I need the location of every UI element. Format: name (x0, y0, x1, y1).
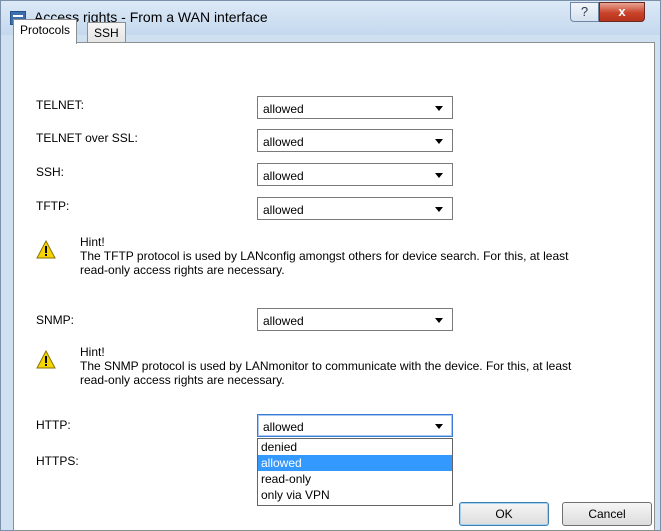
cancel-button[interactable]: Cancel (562, 502, 652, 526)
http-select-value: allowed (263, 420, 304, 434)
ssh-select-value: allowed (263, 169, 304, 183)
chevron-down-icon (435, 424, 443, 429)
tftp-select-value: allowed (263, 203, 304, 217)
chevron-down-icon (435, 173, 443, 178)
snmp-select-value: allowed (263, 314, 304, 328)
chevron-down-icon (435, 139, 443, 144)
telnet-ssl-select-value: allowed (263, 135, 304, 149)
chevron-down-icon (435, 318, 443, 323)
telnet-label: TELNET: (36, 98, 85, 112)
ssh-label: SSH: (36, 165, 65, 179)
dropdown-option-only-via-vpn[interactable]: only via VPN (258, 487, 452, 503)
ok-button[interactable]: OK (459, 502, 549, 526)
telnet-select[interactable]: allowed (257, 96, 453, 119)
hint-line: The SNMP protocol is used by LANmonitor … (80, 359, 572, 373)
hint-line: The TFTP protocol is used by LANconfig a… (80, 249, 569, 263)
dropdown-option-denied[interactable]: denied (258, 439, 452, 455)
tab-protocols[interactable]: Protocols (13, 19, 78, 44)
telnet-ssl-label: TELNET over SSL: (36, 131, 138, 145)
dropdown-option-allowed[interactable]: allowed (258, 455, 452, 471)
tftp-select[interactable]: allowed (257, 197, 453, 220)
telnet-ssl-select[interactable]: allowed (257, 129, 453, 152)
hint-line: read-only access rights are necessary. (80, 263, 285, 277)
snmp-label: SNMP: (36, 313, 75, 327)
close-button[interactable]: x (599, 2, 645, 22)
tftp-hint: Hint! The TFTP protocol is used by LANco… (80, 235, 640, 277)
dropdown-option-read-only[interactable]: read-only (258, 471, 452, 487)
warning-icon (36, 240, 56, 259)
http-dropdown-list: denied allowed read-only only via VPN (257, 438, 453, 506)
http-label: HTTP: (36, 418, 71, 432)
warning-icon (36, 350, 56, 369)
chevron-down-icon (435, 207, 443, 212)
http-select[interactable]: allowed (257, 414, 453, 437)
ssh-select[interactable]: allowed (257, 163, 453, 186)
hint-line: read-only access rights are necessary. (80, 373, 285, 387)
hint-title: Hint! (80, 235, 105, 249)
help-button[interactable]: ? (570, 2, 599, 22)
chevron-down-icon (435, 106, 443, 111)
telnet-select-value: allowed (263, 102, 304, 116)
snmp-select[interactable]: allowed (257, 308, 453, 331)
snmp-hint: Hint! The SNMP protocol is used by LANmo… (80, 345, 640, 387)
tftp-label: TFTP: (36, 199, 70, 213)
hint-title: Hint! (80, 345, 105, 359)
tab-ssh[interactable]: SSH (87, 22, 126, 44)
https-label: HTTPS: (36, 454, 79, 468)
